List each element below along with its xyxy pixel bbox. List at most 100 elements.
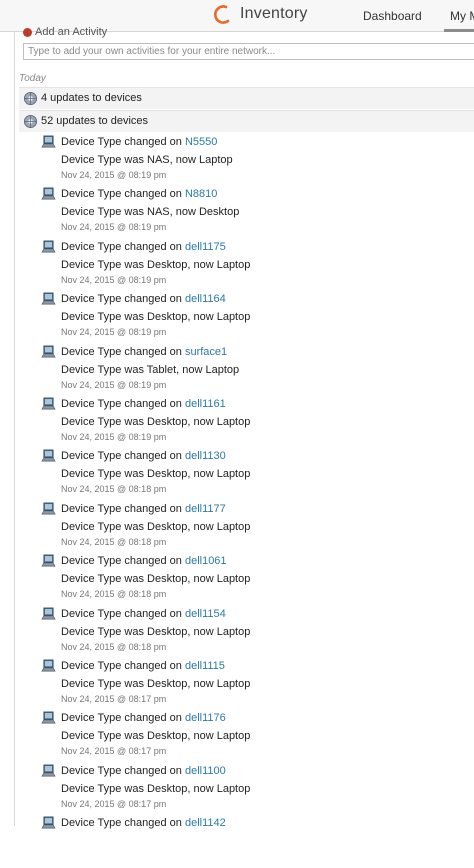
change-prefix: Device Type changed on xyxy=(61,345,182,358)
group-label: 52 updates to devices xyxy=(41,115,149,127)
laptop-icon xyxy=(41,187,56,200)
laptop-icon xyxy=(41,764,56,777)
change-detail: Device Type was Desktop, now Laptop xyxy=(61,573,251,586)
change-prefix: Device Type changed on xyxy=(61,450,182,463)
activity-item: Device Type changed on dell1176 Device T… xyxy=(41,711,461,763)
device-link[interactable]: N5550 xyxy=(185,136,217,148)
change-timestamp: Nov 24, 2015 @ 08:19 pm xyxy=(61,222,167,233)
nav-dashboard[interactable]: Dashboard xyxy=(363,9,422,23)
laptop-icon xyxy=(41,607,56,620)
change-timestamp: Nov 24, 2015 @ 08:19 pm xyxy=(61,170,167,180)
change-prefix: Device Type changed on xyxy=(61,660,182,672)
change-prefix: Device Type changed on xyxy=(61,188,182,201)
laptop-icon xyxy=(41,554,56,567)
change-title: Device Type changed on dell1161 xyxy=(61,398,226,410)
device-link[interactable]: dell1177 xyxy=(185,503,226,515)
change-prefix: Device Type changed on xyxy=(61,398,182,410)
change-prefix: Device Type changed on xyxy=(61,764,182,777)
device-link[interactable]: dell1100 xyxy=(185,765,226,777)
laptop-icon xyxy=(41,240,56,253)
change-timestamp: Nov 24, 2015 @ 08:19 pm xyxy=(61,432,167,442)
change-title: Device Type changed on dell1175 xyxy=(61,241,226,253)
laptop-icon xyxy=(41,659,56,672)
laptop-icon xyxy=(41,449,56,462)
device-link[interactable]: dell1142 xyxy=(185,817,226,829)
activity-item: Device Type changed on dell1130 Device T… xyxy=(41,449,461,501)
activity-item: Device Type changed on dell1161 Device T… xyxy=(41,397,461,449)
network-globe-icon xyxy=(23,91,38,106)
app-title: Inventory xyxy=(240,5,308,22)
add-activity-label: Add an Activity xyxy=(23,26,107,38)
change-title: Device Type changed on dell1164 xyxy=(61,293,226,305)
activity-item: Device Type changed on dell1061 Device T… xyxy=(41,554,461,606)
change-timestamp: Nov 24, 2015 @ 08:18 pm xyxy=(61,536,167,547)
change-timestamp: Nov 24, 2015 @ 08:19 pm xyxy=(61,327,167,338)
change-timestamp: Nov 24, 2015 @ 08:17 pm xyxy=(61,694,167,704)
nav-my-menu[interactable]: My M xyxy=(450,9,474,23)
laptop-icon xyxy=(41,816,56,829)
change-detail: Device Type was Tablet, now Laptop xyxy=(61,363,240,376)
activity-panel: Add an Activity Today 4 updates to devic… xyxy=(14,26,474,829)
activity-item: Device Type changed on surface1 Device T… xyxy=(41,345,461,397)
change-title: Device Type changed on dell1154 xyxy=(61,608,226,620)
device-link[interactable]: dell1175 xyxy=(185,241,226,253)
device-link[interactable]: dell1161 xyxy=(185,398,226,410)
change-title: Device Type changed on dell1130 xyxy=(61,450,226,462)
laptop-icon xyxy=(41,502,56,515)
change-prefix: Device Type changed on xyxy=(61,293,182,306)
change-detail: Device Type was Desktop, now Laptop xyxy=(61,625,251,638)
change-title: Device Type changed on N8810 xyxy=(61,188,217,200)
change-detail: Device Type was Desktop, now Laptop xyxy=(61,311,251,324)
change-title: Device Type changed on N5550 xyxy=(61,136,217,148)
activity-item: Device Type changed on dell1164 Device T… xyxy=(41,292,461,344)
change-detail: Device Type was Desktop, now Laptop xyxy=(61,468,251,481)
device-link[interactable]: N8810 xyxy=(185,188,217,200)
change-timestamp: Nov 24, 2015 @ 08:18 pm xyxy=(61,641,167,652)
activity-item: Device Type changed on dell1175 Device T… xyxy=(41,240,461,292)
device-link[interactable]: surface1 xyxy=(185,346,227,358)
activity-item: Device Type changed on N5550 Device Type… xyxy=(41,135,461,187)
change-title: Device Type changed on dell1142 xyxy=(61,817,226,829)
device-link[interactable]: dell1154 xyxy=(185,608,226,620)
group-label: 4 updates to devices xyxy=(41,92,142,104)
change-prefix: Device Type changed on xyxy=(61,817,182,830)
update-group[interactable]: 52 updates to devices xyxy=(19,110,474,132)
change-title: Device Type changed on dell1100 xyxy=(61,765,226,777)
laptop-icon xyxy=(41,397,56,410)
update-group[interactable]: 4 updates to devices xyxy=(19,87,474,109)
device-link[interactable]: dell1061 xyxy=(185,555,227,567)
change-title: Device Type changed on dell1061 xyxy=(61,555,227,567)
activity-item: Device Type changed on dell1177 Device T… xyxy=(41,502,461,554)
device-link[interactable]: dell1130 xyxy=(185,450,226,462)
day-label: Today xyxy=(19,73,46,84)
network-globe-icon xyxy=(23,114,38,129)
activity-item: Device Type changed on dell1154 Device T… xyxy=(41,607,461,659)
change-timestamp: Nov 24, 2015 @ 08:18 pm xyxy=(61,589,167,600)
change-detail: Device Type was Desktop, now Laptop xyxy=(61,416,251,428)
change-timestamp: Nov 24, 2015 @ 08:18 pm xyxy=(61,484,167,495)
activity-item: Device Type changed on dell1100 Device T… xyxy=(41,764,461,816)
change-prefix: Device Type changed on xyxy=(61,502,182,515)
laptop-icon xyxy=(41,135,56,148)
device-link[interactable]: dell1164 xyxy=(185,293,226,305)
change-prefix: Device Type changed on xyxy=(61,607,182,620)
activity-input[interactable] xyxy=(23,43,474,60)
add-activity-text: Add an Activity xyxy=(35,26,108,38)
activity-item: Device Type changed on dell1115 Device T… xyxy=(41,659,461,711)
laptop-icon xyxy=(41,345,56,358)
change-timestamp: Nov 24, 2015 @ 08:19 pm xyxy=(61,379,167,390)
activity-item: Device Type changed on N8810 Device Type… xyxy=(41,187,461,239)
device-link[interactable]: dell1115 xyxy=(185,660,225,672)
activity-item: Device Type changed on dell1142 xyxy=(41,816,461,868)
change-detail: Device Type was Desktop, now Laptop xyxy=(61,520,251,533)
change-prefix: Device Type changed on xyxy=(61,136,182,148)
laptop-icon xyxy=(41,292,56,305)
device-link[interactable]: dell1176 xyxy=(185,712,226,724)
change-prefix: Device Type changed on xyxy=(61,712,182,725)
change-prefix: Device Type changed on xyxy=(61,240,182,253)
change-timestamp: Nov 24, 2015 @ 08:17 pm xyxy=(61,798,167,809)
change-timestamp: Nov 24, 2015 @ 08:19 pm xyxy=(61,274,167,285)
change-timestamp: Nov 24, 2015 @ 08:17 pm xyxy=(61,746,167,757)
change-prefix: Device Type changed on xyxy=(61,555,182,568)
add-activity-icon xyxy=(23,27,32,37)
